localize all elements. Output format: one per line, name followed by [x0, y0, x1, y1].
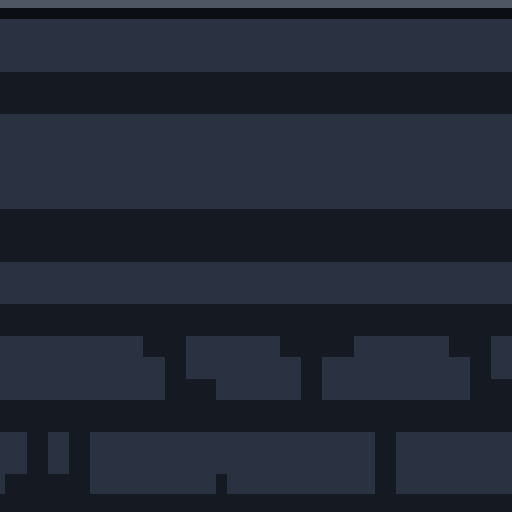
tile-c[interactable] — [322, 336, 470, 400]
title-bar — [0, 0, 512, 8]
tile-h[interactable] — [396, 432, 512, 494]
tile-b[interactable] — [186, 336, 301, 400]
title-bar-shadow — [0, 8, 512, 19]
tile-a[interactable] — [0, 336, 165, 400]
tile-row-1 — [0, 336, 512, 400]
tile-row-2 — [0, 432, 512, 494]
bar-2[interactable] — [0, 114, 512, 209]
bar-1[interactable] — [0, 19, 512, 72]
tile-d[interactable] — [491, 336, 512, 379]
tile-f[interactable] — [48, 432, 69, 474]
tile-e[interactable] — [0, 432, 27, 494]
tile-g[interactable] — [90, 432, 375, 494]
bar-3[interactable] — [0, 262, 512, 304]
